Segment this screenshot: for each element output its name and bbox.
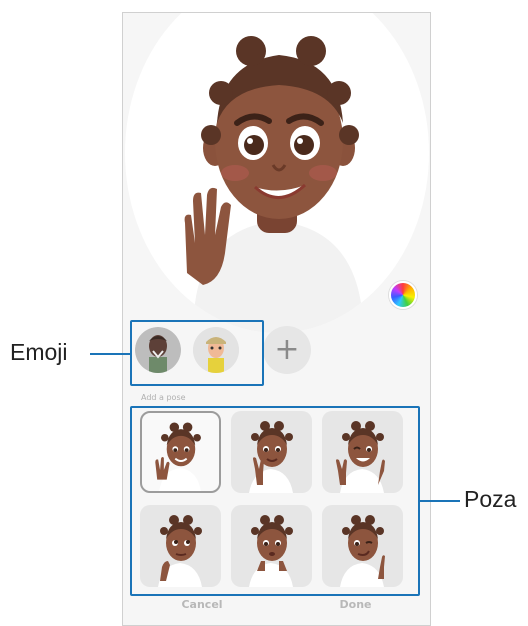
emoji-callout-line [90,353,130,355]
done-button[interactable]: Done [320,598,392,611]
color-palette-icon[interactable] [389,281,417,309]
emoji-callout-label: Emoji [10,339,68,365]
add-emoji-button[interactable]: + [263,326,311,374]
plus-icon: + [274,332,300,367]
avatar-large-image [184,36,361,333]
pose-callout-label: Poza [464,486,517,512]
pose-callout-line [420,500,460,502]
cancel-button[interactable]: Cancel [161,598,242,611]
bottom-bar: Cancel Done [123,598,430,611]
section-label: Add a pose [141,393,186,402]
avatar-preview [125,13,429,333]
emoji-callout-box [130,320,264,386]
pose-callout-box [130,406,420,596]
